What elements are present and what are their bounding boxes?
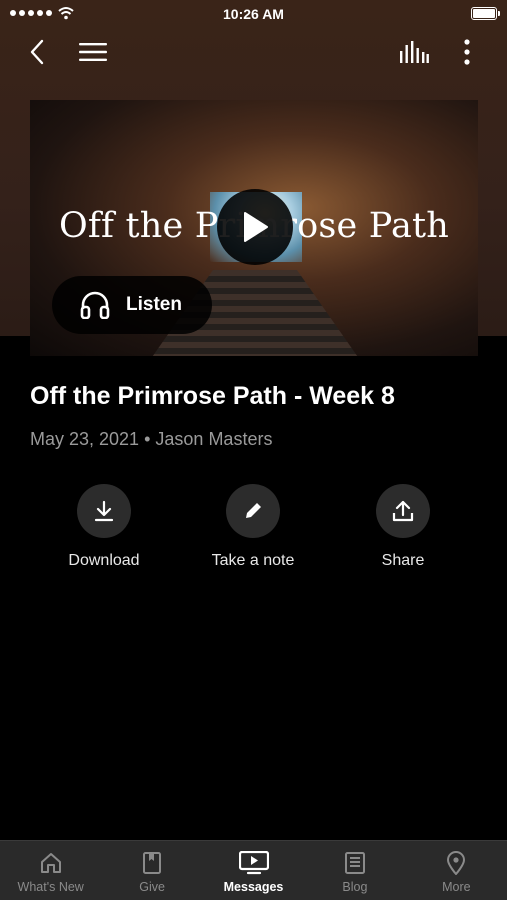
tab-label: Messages	[223, 880, 284, 894]
tab-label: More	[442, 880, 471, 894]
take-note-button[interactable]	[226, 484, 280, 538]
menu-button[interactable]	[74, 34, 112, 70]
download-button[interactable]	[77, 484, 131, 538]
back-icon	[30, 39, 44, 65]
home-icon	[40, 853, 61, 873]
message-speaker: Jason Masters	[155, 429, 273, 449]
audio-bars-icon	[400, 41, 429, 63]
tab-label: Blog	[342, 880, 368, 894]
audio-button[interactable]	[394, 34, 434, 70]
message-date: May 23, 2021	[30, 429, 140, 449]
status-bar: 10:26 AM	[0, 0, 507, 28]
more-vertical-icon	[464, 39, 470, 65]
menu-icon	[79, 43, 107, 61]
more-button[interactable]	[452, 34, 482, 70]
status-time: 10:26 AM	[223, 6, 284, 22]
book-icon	[143, 852, 162, 874]
take-note-label: Take a note	[211, 552, 295, 569]
share-label: Share	[381, 552, 425, 569]
listen-button[interactable]: Listen	[52, 276, 212, 334]
message-meta: May 23, 2021 • Jason Masters	[30, 429, 272, 450]
tab-bar: What's New Give Messages Blog More	[0, 840, 507, 900]
tab-more[interactable]: More	[406, 841, 507, 900]
headphones-icon	[80, 291, 110, 319]
meta-separator: •	[144, 429, 156, 449]
tab-messages[interactable]: Messages	[203, 841, 304, 900]
tab-whats-new[interactable]: What's New	[0, 841, 101, 900]
share-icon	[392, 500, 414, 522]
take-note-action[interactable]: Take a note	[183, 484, 323, 570]
download-label: Download	[68, 552, 140, 569]
share-button[interactable]	[376, 484, 430, 538]
tab-label: Give	[139, 880, 165, 894]
tab-label: What's New	[17, 880, 84, 894]
tab-give[interactable]: Give	[101, 841, 202, 900]
play-button[interactable]	[217, 189, 293, 265]
pencil-icon	[246, 503, 261, 518]
blog-icon	[344, 852, 365, 874]
share-action[interactable]: Share	[333, 484, 473, 570]
tv-play-icon	[238, 851, 269, 875]
battery-icon	[471, 7, 500, 20]
message-title: Off the Primrose Path - Week 8	[30, 382, 395, 410]
tab-blog[interactable]: Blog	[304, 841, 405, 900]
location-pin-icon	[447, 851, 466, 875]
download-icon	[94, 500, 114, 522]
download-action[interactable]: Download	[34, 484, 174, 570]
listen-label: Listen	[126, 294, 182, 315]
play-icon	[244, 212, 268, 242]
message-artwork: Off the Primrose Path Listen	[30, 100, 478, 356]
back-button[interactable]	[22, 34, 52, 70]
